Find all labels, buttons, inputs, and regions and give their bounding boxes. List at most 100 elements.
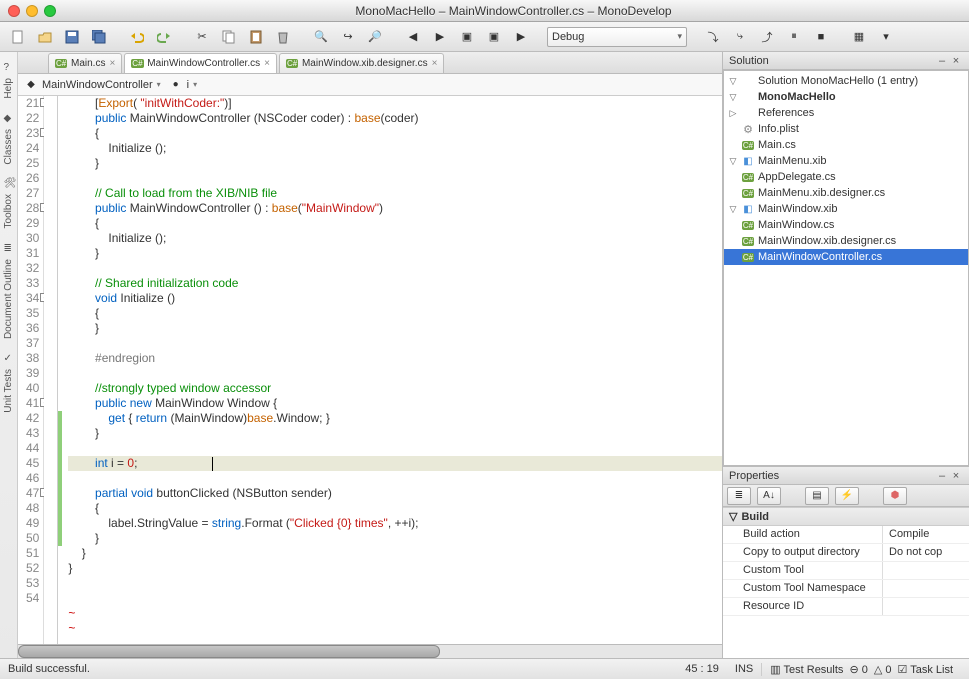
property-value[interactable] [883,598,969,615]
run-button[interactable]: ▶ [509,26,533,48]
property-row[interactable]: Custom Tool Namespace [723,580,969,598]
code-line[interactable]: } [68,531,722,546]
code-line[interactable]: } [68,546,722,561]
build-button[interactable]: ▣ [455,26,479,48]
errors-count[interactable]: ⊖ 0 [849,663,867,676]
close-window-button[interactable] [8,5,20,17]
code-line[interactable] [68,576,722,591]
open-button[interactable] [33,26,57,48]
paste-button[interactable] [244,26,268,48]
panel-close-button[interactable]: × [949,470,963,482]
save-button[interactable] [60,26,84,48]
breadcrumb-class[interactable]: ◆ MainWindowController ▾ [24,78,161,92]
tab-close-button[interactable]: × [109,58,115,69]
property-value[interactable]: Do not cop [883,544,969,561]
code-line[interactable]: } [68,426,722,441]
code-line[interactable] [68,591,722,606]
minimize-window-button[interactable] [26,5,38,17]
tree-node[interactable]: Main.cs [724,137,968,153]
fold-column[interactable] [44,96,58,644]
new-file-button[interactable] [6,26,30,48]
code-line[interactable]: // Shared initialization code [68,276,722,291]
code-line[interactable]: [Export( "initWithCoder:")] [68,96,722,111]
tab-close-button[interactable]: × [432,58,438,69]
help-pad-tab[interactable]: Help [1,72,16,105]
code-content[interactable]: [Export( "initWithCoder:")] public MainW… [62,96,722,644]
cut-button[interactable]: ✂ [190,26,214,48]
zoom-window-button[interactable] [44,5,56,17]
save-all-button[interactable] [87,26,111,48]
properties-grid[interactable]: ▽BuildBuild actionCompileCopy to output … [723,507,969,658]
code-editor[interactable]: 21-2223-2425262728-293031323334-35363738… [18,96,722,644]
undo-button[interactable] [125,26,149,48]
editor-tab[interactable]: Main.cs× [48,53,122,73]
code-line[interactable]: int i = 0; [68,456,722,471]
tree-node[interactable]: ▽Solution MonoMacHello (1 entry) [724,73,968,89]
unit-tests-pad-icon[interactable]: ✓ [2,347,16,361]
tree-expander[interactable]: ▽ [728,92,738,103]
classes-pad-icon[interactable]: ◆ [2,107,16,121]
find-in-files-button[interactable]: 🔎 [363,26,387,48]
debug-pause-button[interactable]: ⏸ [782,26,806,48]
code-line[interactable] [68,441,722,456]
unit-tests-pad-tab[interactable]: Unit Tests [1,363,16,419]
panel-close-button[interactable]: × [949,55,963,67]
tree-node[interactable]: MainMenu.xib.designer.cs [724,185,968,201]
tree-node[interactable]: Info.plist [724,121,968,137]
code-line[interactable]: } [68,156,722,171]
editor-tab[interactable]: MainWindow.xib.designer.cs× [279,53,444,73]
scrollbar-thumb[interactable] [18,645,440,658]
warnings-count[interactable]: △ 0 [874,663,892,676]
properties-tab-button[interactable]: ▤ [805,487,829,505]
code-line[interactable]: } [68,321,722,336]
code-line[interactable]: partial void buttonClicked (NSButton sen… [68,486,722,501]
property-row[interactable]: Resource ID [723,598,969,616]
code-line[interactable]: get { return (MainWindow)base.Window; } [68,411,722,426]
code-line[interactable]: } [68,561,722,576]
code-line[interactable]: // Call to load from the XIB/NIB file [68,186,722,201]
tree-node[interactable]: ▷References [724,105,968,121]
panel-autohide-button[interactable]: – [935,55,949,67]
configuration-selector[interactable]: Debug ▾ [547,27,687,47]
tree-node[interactable]: ▽MainMenu.xib [724,153,968,169]
property-category-header[interactable]: ▽Build [723,507,969,526]
code-line[interactable]: { [68,501,722,516]
tree-expander[interactable]: ▷ [728,108,738,119]
debug-step-over-button[interactable]: ⤵ [701,26,725,48]
property-row[interactable]: Build actionCompile [723,526,969,544]
code-line[interactable]: Initialize (); [68,141,722,156]
code-line[interactable]: { [68,306,722,321]
go-to-button[interactable]: ↪ [336,26,360,48]
nav-back-button[interactable]: ◀ [401,26,425,48]
redo-button[interactable] [152,26,176,48]
find-button[interactable]: 🔍 [309,26,333,48]
tree-expander[interactable]: ▽ [728,76,738,87]
code-line[interactable]: //strongly typed window accessor [68,381,722,396]
code-line[interactable] [68,261,722,276]
property-value[interactable] [883,580,969,597]
properties-categorized-button[interactable]: ≣ [727,487,751,505]
tree-node[interactable]: AppDelegate.cs [724,169,968,185]
test-results-button[interactable]: ▥ Test Results [770,663,843,676]
code-line[interactable] [68,336,722,351]
code-line[interactable]: { [68,126,722,141]
line-number-gutter[interactable]: 21-2223-2425262728-293031323334-35363738… [18,96,44,644]
properties-alpha-button[interactable]: A↓ [757,487,781,505]
code-line[interactable]: Initialize (); [68,231,722,246]
insert-mode[interactable]: INS [727,663,761,675]
copy-button[interactable] [217,26,241,48]
code-line[interactable]: label.StringValue = string.Format ("Clic… [68,516,722,531]
layout-button[interactable]: ▦ [847,26,871,48]
toolbox-pad-icon[interactable]: 🛠 [2,172,16,186]
property-value[interactable] [883,562,969,579]
horizontal-scrollbar[interactable] [18,644,722,658]
tree-expander[interactable]: ▽ [728,156,738,167]
panel-autohide-button[interactable]: – [935,470,949,482]
code-line[interactable]: } [68,246,722,261]
events-tab-button[interactable]: ⚡ [835,487,859,505]
help-pad-icon[interactable]: ? [2,56,16,70]
classes-pad-tab[interactable]: Classes [1,123,16,171]
code-line[interactable] [68,471,722,486]
code-line[interactable]: public new MainWindow Window { [68,396,722,411]
outline-pad-tab[interactable]: Document Outline [1,253,16,345]
